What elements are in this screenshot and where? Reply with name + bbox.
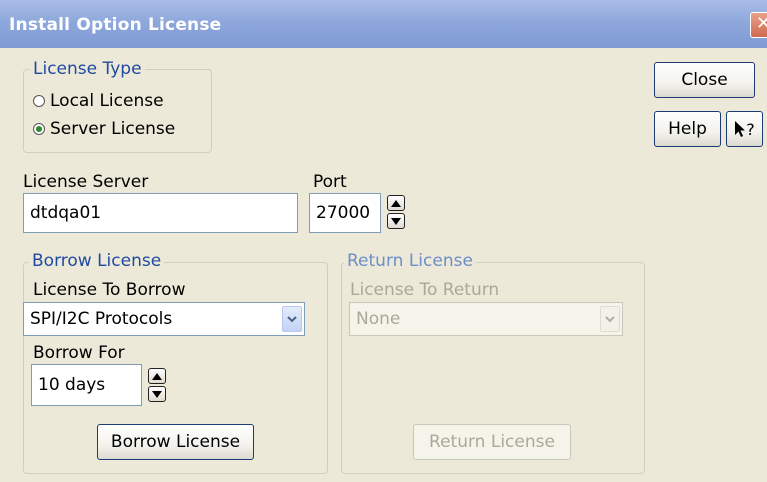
close-button-label: Close (681, 70, 728, 90)
port-input[interactable]: 27000 (309, 193, 381, 233)
window-title: Install Option License (9, 15, 222, 35)
help-button-label: Help (668, 119, 707, 139)
borrow-for-label: Borrow For (33, 343, 125, 363)
port-value: 27000 (316, 203, 371, 223)
port-spin-down-button[interactable] (387, 213, 405, 229)
license-to-borrow-label: License To Borrow (33, 280, 186, 300)
radio-checked-icon (33, 123, 45, 135)
borrow-license-button-label: Borrow License (110, 432, 241, 452)
return-license-button[interactable]: Return License (413, 424, 571, 460)
license-type-group (23, 69, 212, 153)
borrow-for-spinner (148, 368, 166, 402)
port-label: Port (313, 172, 347, 192)
borrow-license-button[interactable]: Borrow License (97, 424, 254, 460)
license-to-borrow-select[interactable]: SPI/I2C Protocols (23, 302, 305, 336)
spin-up-icon (391, 199, 401, 207)
return-license-button-label: Return License (429, 432, 555, 452)
license-server-input[interactable]: dtdqa01 (23, 193, 298, 233)
server-license-radio[interactable]: Server License (33, 119, 175, 139)
close-icon: ✕ (756, 13, 767, 34)
server-license-label: Server License (50, 119, 176, 139)
license-type-legend: License Type (30, 59, 145, 79)
pointer-question-icon: ? (734, 120, 755, 139)
port-spin-up-button[interactable] (387, 195, 405, 211)
license-to-return-label: License To Return (350, 280, 500, 300)
spin-down-icon (152, 390, 162, 398)
local-license-label: Local License (50, 91, 164, 111)
local-license-radio[interactable]: Local License (33, 91, 164, 111)
install-option-license-dialog: Install Option License ✕ License Type Lo… (0, 0, 767, 482)
chevron-down-icon (282, 306, 302, 332)
spin-up-icon (152, 372, 162, 380)
port-spinner (387, 195, 405, 229)
question-mark-label: ? (746, 119, 755, 139)
help-button[interactable]: Help (654, 111, 721, 147)
license-server-label: License Server (23, 172, 149, 192)
radio-unchecked-icon (33, 95, 45, 107)
title-bar: Install Option License ✕ (0, 0, 767, 48)
chevron-down-icon (600, 306, 620, 332)
borrow-license-legend: Borrow License (29, 251, 165, 271)
close-button[interactable]: Close (654, 62, 755, 98)
license-server-value: dtdqa01 (30, 203, 102, 223)
spin-down-icon (391, 217, 401, 225)
borrow-for-input[interactable]: 10 days (31, 364, 142, 406)
license-to-return-value: None (356, 309, 401, 329)
window-close-button[interactable]: ✕ (750, 12, 767, 38)
borrow-for-value: 10 days (38, 375, 106, 395)
license-to-return-select[interactable]: None (349, 302, 623, 336)
borrow-for-spin-down-button[interactable] (148, 386, 166, 402)
borrow-for-spin-up-button[interactable] (148, 368, 166, 384)
license-to-borrow-value: SPI/I2C Protocols (30, 309, 173, 329)
return-license-legend: Return License (344, 251, 476, 271)
whats-this-button[interactable]: ? (726, 111, 763, 147)
